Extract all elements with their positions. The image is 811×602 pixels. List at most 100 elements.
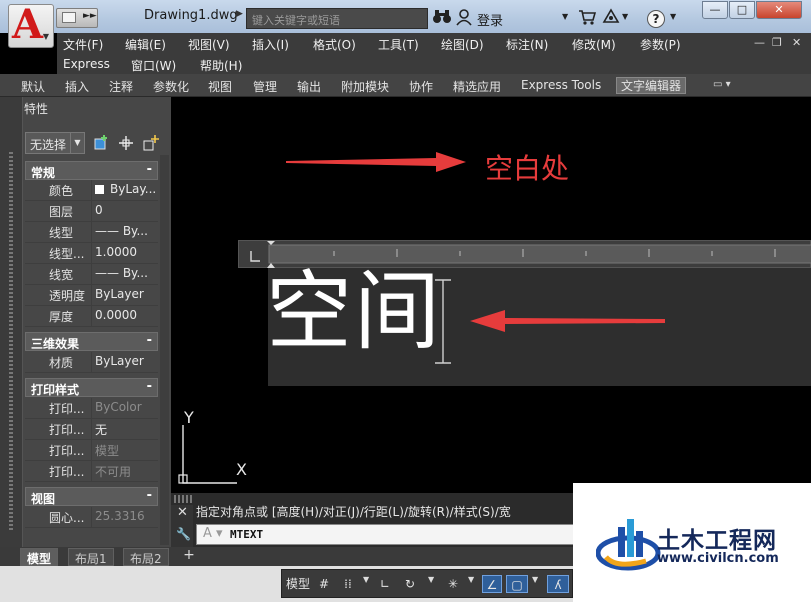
- login-link[interactable]: 登录: [477, 10, 503, 29]
- property-value[interactable]: —— By...: [91, 264, 158, 284]
- cart-icon[interactable]: [578, 8, 597, 28]
- search-input[interactable]: 键入关键字或短语: [246, 8, 428, 29]
- application-menu-button[interactable]: A ▼: [8, 1, 54, 48]
- property-row-plot-attached[interactable]: 打印... 模型: [25, 440, 158, 461]
- isodraft-icon[interactable]: ✳: [444, 575, 462, 593]
- add-layout-icon[interactable]: +: [181, 548, 197, 564]
- tab-annotate[interactable]: 注释: [109, 78, 133, 95]
- exchange-icon[interactable]: [602, 8, 620, 28]
- grid-icon[interactable]: #: [315, 575, 333, 593]
- tab-insert[interactable]: 插入: [65, 78, 89, 95]
- chevron-down-icon[interactable]: ▼: [532, 575, 538, 584]
- chevron-down-icon[interactable]: ▼: [70, 133, 84, 153]
- menu-insert[interactable]: 插入(I): [252, 36, 289, 53]
- mtext-content[interactable]: 空间: [266, 262, 442, 362]
- tab-layout2[interactable]: 布局2: [123, 548, 169, 566]
- doc-close-icon[interactable]: ✕: [792, 36, 801, 49]
- ortho-icon[interactable]: ∟: [376, 575, 394, 593]
- toggle-pickadd-icon[interactable]: [92, 134, 110, 152]
- chevron-down-icon[interactable]: ▼: [468, 575, 474, 584]
- help-icon[interactable]: ?: [647, 10, 665, 28]
- chevron-down-icon[interactable]: ▼: [562, 12, 568, 21]
- property-row-layer[interactable]: 图层 0: [25, 201, 158, 222]
- close-command-icon[interactable]: ✕: [177, 505, 188, 520]
- menu-window[interactable]: 窗口(W): [131, 57, 176, 74]
- menu-help[interactable]: 帮助(H): [200, 57, 242, 74]
- section-view-header[interactable]: 视图 -: [25, 487, 158, 506]
- tab-output[interactable]: 输出: [297, 78, 321, 95]
- menu-express[interactable]: Express: [63, 57, 110, 71]
- property-row-linetype-scale[interactable]: 线型... 1.0000: [25, 243, 158, 264]
- property-row-plot-style-table[interactable]: 打印... 无: [25, 419, 158, 440]
- command-prompt-icon[interactable]: A ▾: [203, 526, 223, 541]
- chevron-down-icon[interactable]: ▼: [428, 575, 434, 584]
- select-objects-icon[interactable]: [117, 134, 135, 152]
- command-grip[interactable]: [174, 495, 192, 503]
- doc-restore-icon[interactable]: ❐: [772, 36, 782, 49]
- tab-express-tools[interactable]: Express Tools: [521, 78, 601, 92]
- property-row-material[interactable]: 材质 ByLayer: [25, 352, 158, 373]
- chevron-down-icon[interactable]: ▼: [670, 12, 676, 21]
- property-row-plot-style[interactable]: 打印... ByColor: [25, 398, 158, 419]
- tab-layout1[interactable]: 布局1: [68, 548, 114, 566]
- menu-format[interactable]: 格式(O): [313, 36, 356, 53]
- tab-text-editor[interactable]: 文字编辑器: [616, 77, 687, 94]
- property-row-color[interactable]: 颜色 ByLay...: [25, 180, 158, 201]
- tab-default[interactable]: 默认: [21, 78, 45, 95]
- expand-arrow-icon[interactable]: ▶: [236, 9, 246, 29]
- property-value[interactable]: 1.0000: [91, 243, 158, 263]
- menu-dimension[interactable]: 标注(N): [506, 36, 548, 53]
- tab-featured-apps[interactable]: 精选应用: [453, 78, 501, 95]
- palette-title-strip[interactable]: [0, 97, 23, 547]
- quick-select-icon[interactable]: [142, 134, 160, 152]
- property-row-transparency[interactable]: 透明度 ByLayer: [25, 285, 158, 306]
- close-button[interactable]: ✕: [756, 1, 802, 19]
- property-row-linetype[interactable]: 线型 —— By...: [25, 222, 158, 243]
- collapse-icon[interactable]: -: [147, 379, 152, 394]
- property-value[interactable]: 0.0000: [91, 306, 158, 326]
- maximize-button[interactable]: □: [729, 1, 755, 19]
- collapse-icon[interactable]: -: [147, 488, 152, 503]
- customize-wrench-icon[interactable]: 🔧: [176, 527, 191, 541]
- model-space-button[interactable]: 模型: [284, 575, 312, 593]
- command-input[interactable]: A ▾ MTEXT: [196, 524, 576, 545]
- chevron-down-icon[interactable]: ▼: [622, 12, 628, 21]
- user-icon[interactable]: [456, 8, 472, 28]
- property-value[interactable]: ByLayer: [91, 352, 158, 372]
- polar-icon[interactable]: ↻: [401, 575, 419, 593]
- property-row-plot-type[interactable]: 打印... 不可用: [25, 461, 158, 482]
- object-snap-tracking-icon[interactable]: ∠: [482, 575, 502, 593]
- section-general-header[interactable]: 常规 -: [25, 161, 158, 180]
- tab-addins[interactable]: 附加模块: [341, 78, 389, 95]
- tab-parametric[interactable]: 参数化: [153, 78, 189, 95]
- menu-draw[interactable]: 绘图(D): [441, 36, 484, 53]
- tab-collaborate[interactable]: 协作: [409, 78, 433, 95]
- collapse-icon[interactable]: -: [147, 333, 152, 348]
- menu-edit[interactable]: 编辑(E): [125, 36, 166, 53]
- property-value[interactable]: ByLay...: [91, 180, 158, 200]
- tab-manage[interactable]: 管理: [253, 78, 277, 95]
- palette-scrollbar[interactable]: [160, 155, 169, 545]
- doc-minimize-icon[interactable]: —: [754, 36, 765, 49]
- minimize-button[interactable]: —: [702, 1, 728, 19]
- tab-model[interactable]: 模型: [20, 548, 59, 566]
- annotation-visibility-icon[interactable]: ʎ: [547, 575, 569, 593]
- property-value[interactable]: 0: [91, 201, 158, 221]
- binoculars-icon[interactable]: [432, 8, 452, 28]
- section-plot-style-header[interactable]: 打印样式 -: [25, 378, 158, 397]
- property-row-center[interactable]: 圆心... 25.3316: [25, 507, 158, 528]
- property-value[interactable]: 无: [91, 419, 158, 439]
- property-value[interactable]: ByLayer: [91, 285, 158, 305]
- property-row-lineweight[interactable]: 线宽 —— By...: [25, 264, 158, 285]
- menu-view[interactable]: 视图(V): [188, 36, 230, 53]
- ribbon-options-icon[interactable]: ▭ ▾: [713, 79, 741, 93]
- palette-grip[interactable]: [9, 152, 13, 532]
- property-value[interactable]: —— By...: [91, 222, 158, 242]
- section-3d-effects-header[interactable]: 三维效果 -: [25, 332, 158, 351]
- chevron-down-icon[interactable]: ▼: [363, 575, 369, 584]
- menu-file[interactable]: 文件(F): [63, 36, 103, 53]
- selection-dropdown[interactable]: 无选择 ▼: [25, 132, 85, 154]
- menu-tools[interactable]: 工具(T): [378, 36, 419, 53]
- new-file-icon[interactable]: [62, 12, 76, 23]
- collapse-icon[interactable]: -: [147, 162, 152, 177]
